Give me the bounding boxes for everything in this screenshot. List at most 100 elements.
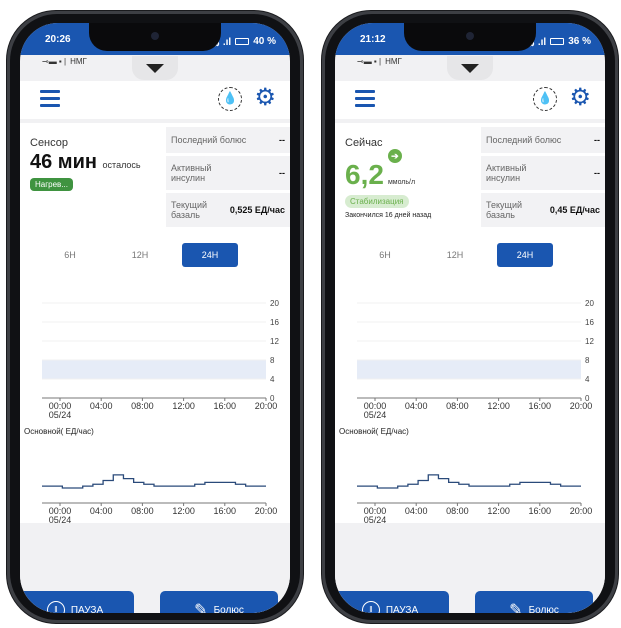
- time-range-tabs: 6H 12H 24H: [20, 233, 290, 273]
- screen: 21:12 ᯾ .ıl 36 % ⊸▬ ▪ | НМГ 💧 ⚙ Сейчас 6,2…: [335, 23, 605, 613]
- y-tick-label: 8: [585, 356, 590, 365]
- notification-text: НМГ: [70, 57, 87, 66]
- info-rows: Последний болюс -- Активный инсулин -- Тек…: [166, 127, 290, 230]
- x-tick-label: 04:00: [90, 401, 113, 411]
- bolus-button[interactable]: ✎ Болюс: [475, 591, 593, 613]
- basal-x-date-label: 05/24: [49, 515, 72, 523]
- basal-x-tick-label: 20:00: [255, 506, 278, 516]
- glucose-basal-chart: 20161284000:00 04:00 08:00 12:00 16:00 20:000…: [24, 299, 279, 523]
- time-range-tabs: 6H 12H 24H: [335, 233, 605, 273]
- syringe-icon: ✎: [509, 602, 523, 613]
- tab-6h[interactable]: 6H: [357, 243, 413, 267]
- menu-icon[interactable]: [355, 90, 375, 107]
- basal-x-tick-label: 08:00: [131, 506, 154, 516]
- y-tick-label: 20: [585, 299, 594, 308]
- basal-title: Основной( ЕД/час): [24, 427, 94, 436]
- x-tick-label: 04:00: [405, 401, 428, 411]
- battery-icon: [550, 37, 565, 45]
- app-header: 💧 ⚙: [20, 81, 290, 119]
- battery-percent: 36 %: [568, 35, 591, 47]
- pull-down-tab[interactable]: [132, 56, 178, 80]
- tab-6h[interactable]: 6H: [42, 243, 98, 267]
- camera-notch: [404, 23, 536, 51]
- status-time: 20:26: [45, 34, 71, 45]
- y-tick-label: 20: [270, 299, 279, 308]
- basal-x-tick-label: 12:00: [487, 506, 510, 516]
- current-basal-row: Текущий базаль 0,525 ЕД/час: [166, 193, 290, 227]
- basal-x-tick-label: 04:00: [90, 506, 113, 516]
- tab-12h[interactable]: 12H: [427, 243, 483, 267]
- current-basal-row: Текущий базаль 0,45 ЕД/час: [481, 193, 605, 227]
- gear-icon[interactable]: ⚙: [569, 85, 591, 111]
- sensor-ended-text: Закончился 16 дней назад: [345, 212, 432, 219]
- sensor-label: Сенсор: [30, 137, 68, 149]
- y-tick-label: 4: [270, 375, 275, 384]
- basal-x-tick-label: 12:00: [172, 506, 195, 516]
- x-date-label: 05/24: [49, 410, 72, 420]
- basal-x-tick-label: 04:00: [405, 506, 428, 516]
- bolus-button[interactable]: ✎ Болюс: [160, 591, 278, 613]
- x-tick-label: 20:00: [570, 401, 593, 411]
- active-insulin-row: Активный инсулин --: [481, 156, 605, 190]
- summary-panel: Сейчас 6,2 ➔ ммоль/л Стабилизация Закончил…: [335, 123, 605, 233]
- x-tick-label: 12:00: [172, 401, 195, 411]
- pause-button[interactable]: ǁ ПАУЗА: [335, 591, 449, 613]
- chart-area: 20 16 12 8 4 0 00:00 04:00 08:00 12:00 16:00 20:00 0…: [20, 273, 290, 523]
- pause-button[interactable]: ǁ ПАУЗА: [20, 591, 134, 613]
- app-header: 💧 ⚙: [335, 81, 605, 119]
- status-time: 21:12: [360, 34, 386, 45]
- y-tick-label: 12: [585, 337, 594, 346]
- phone-left: 20:26 ᯾ .ıl 40 % ⊸▬ ▪ | НМГ 💧 ⚙ Сенсор 46 …: [6, 10, 304, 624]
- gear-icon[interactable]: ⚙: [254, 85, 276, 111]
- pull-down-tab[interactable]: [447, 56, 493, 80]
- y-tick-label: 16: [585, 318, 594, 327]
- status-badge: Нагрев...: [30, 178, 73, 191]
- syringe-icon: ✎: [194, 602, 208, 613]
- tab-12h[interactable]: 12H: [112, 243, 168, 267]
- menu-icon[interactable]: [40, 90, 60, 107]
- pump-icon: ⊸▬ ▪ |: [42, 57, 67, 66]
- y-tick-label: 8: [270, 356, 275, 365]
- screen: 20:26 ᯾ .ıl 40 % ⊸▬ ▪ | НМГ 💧 ⚙ Сенсор 46 …: [20, 23, 290, 613]
- basal-series-line: [42, 474, 266, 489]
- info-rows: Последний болюс -- Активный инсулин -- Тек…: [481, 127, 605, 230]
- basal-title: Основной( ЕД/час): [339, 427, 409, 436]
- basal-series-line: [357, 474, 581, 489]
- tab-24h[interactable]: 24H: [497, 243, 553, 267]
- pause-icon: ǁ: [361, 601, 380, 613]
- sensor-remaining: 46 мин осталось: [30, 151, 141, 173]
- summary-panel: Сенсор 46 мин осталось Нагрев... Последн…: [20, 123, 290, 233]
- now-label: Сейчас: [345, 137, 383, 149]
- x-tick-label: 16:00: [529, 401, 552, 411]
- trend-arrow-icon: ➔: [387, 149, 402, 163]
- x-tick-label: 08:00: [446, 401, 469, 411]
- water-drop-icon[interactable]: 💧: [533, 87, 557, 111]
- basal-x-date-label: 05/24: [364, 515, 387, 523]
- chart-area: 20 16 12 8 4 0 00:00 04:00 08:00 12:00 16:00 20:00 0…: [335, 273, 605, 523]
- last-bolus-row: Последний болюс --: [166, 127, 290, 153]
- y-tick-label: 16: [270, 318, 279, 327]
- x-tick-label: 08:00: [131, 401, 154, 411]
- glucose-basal-chart: 20161284000:00 04:00 08:00 12:00 16:00 20:000…: [339, 299, 594, 523]
- x-tick-label: 16:00: [214, 401, 237, 411]
- active-insulin-row: Активный инсулин --: [166, 156, 290, 190]
- water-drop-icon[interactable]: 💧: [218, 87, 242, 111]
- notification-text: НМГ: [385, 57, 402, 66]
- x-date-label: 05/24: [364, 410, 387, 420]
- basal-x-tick-label: 08:00: [446, 506, 469, 516]
- status-badge: Стабилизация: [345, 195, 409, 208]
- x-tick-label: 20:00: [255, 401, 278, 411]
- basal-x-tick-label: 16:00: [529, 506, 552, 516]
- tab-24h[interactable]: 24H: [182, 243, 238, 267]
- target-range-band: [42, 360, 266, 379]
- camera-notch: [89, 23, 221, 51]
- pause-icon: ǁ: [46, 601, 65, 613]
- target-range-band: [357, 360, 581, 379]
- battery-percent: 40 %: [253, 35, 276, 47]
- pump-icon: ⊸▬ ▪ |: [357, 57, 382, 66]
- basal-x-tick-label: 16:00: [214, 506, 237, 516]
- battery-icon: [235, 37, 250, 45]
- phone-right: 21:12 ᯾ .ıl 36 % ⊸▬ ▪ | НМГ 💧 ⚙ Сейчас 6,2…: [321, 10, 619, 624]
- y-tick-label: 12: [270, 337, 279, 346]
- basal-x-tick-label: 20:00: [570, 506, 593, 516]
